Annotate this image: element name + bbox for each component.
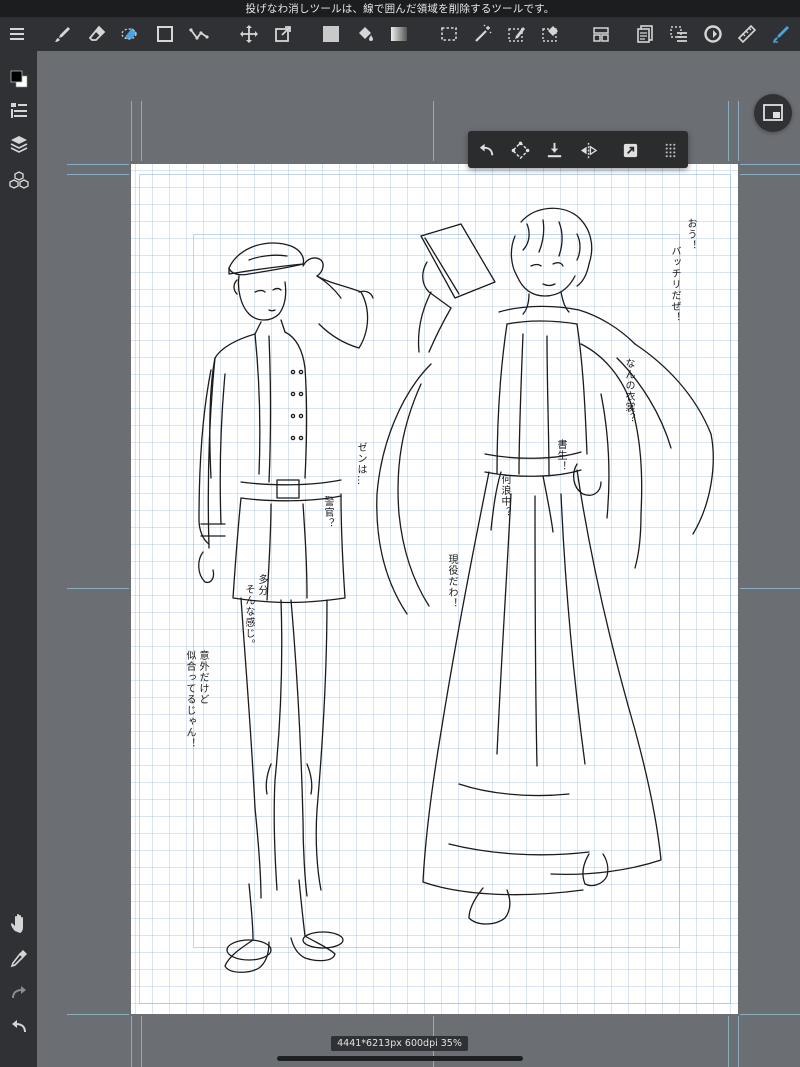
character-sketch (198, 207, 714, 973)
crop-mark (67, 588, 129, 589)
bucket-icon[interactable] (352, 21, 378, 47)
select-layer-icon[interactable] (666, 21, 692, 47)
dialogue-text: 何浪中？ (499, 474, 510, 518)
pen-active-icon[interactable] (768, 21, 794, 47)
left-sidebar (0, 51, 37, 1067)
rotate-icon[interactable] (700, 21, 726, 47)
canvas-page[interactable]: おう！ バッチリだぜ！ なんの衣裳？ 書生！ 何浪中？ 現役だわ！ ゼンは… 警… (131, 164, 738, 1014)
lasso-eraser-icon[interactable] (118, 21, 144, 47)
crop-mark (728, 101, 729, 161)
dialogue-text: 書生！ (555, 439, 566, 472)
crop-mark (740, 164, 800, 165)
rectangle-icon[interactable] (152, 21, 178, 47)
crop-mark (740, 174, 800, 175)
magic-wand-icon[interactable] (470, 21, 496, 47)
crop-mark (67, 174, 129, 175)
status-bar-hint: 投げなわ消しツールは、線で囲んだ領域を削除するツールです。 (0, 0, 800, 17)
crop-mark (67, 1014, 129, 1015)
materials-icon[interactable] (6, 167, 31, 192)
hand-icon[interactable] (6, 910, 31, 935)
more-icon[interactable] (658, 138, 682, 162)
crop-mark (131, 1016, 132, 1067)
navigator-toggle-icon[interactable] (754, 94, 792, 132)
crop-mark (433, 101, 434, 161)
fill-color-icon[interactable] (318, 21, 344, 47)
dialogue-text: 意外だけど (197, 650, 208, 705)
select-eraser-icon[interactable] (538, 21, 564, 47)
move-icon[interactable] (236, 21, 262, 47)
polyline-icon[interactable] (186, 21, 212, 47)
free-transform-icon[interactable] (508, 138, 532, 162)
dialogue-text: 警官？ (322, 496, 333, 529)
crop-mark (738, 1016, 739, 1067)
layers-icon[interactable] (6, 131, 31, 156)
canvas-area[interactable]: おう！ バッチリだぜ！ なんの衣裳？ 書生！ 何浪中？ 現役だわ！ ゼンは… 警… (37, 51, 800, 1067)
home-indicator[interactable] (277, 1056, 523, 1061)
transform-icon[interactable] (270, 21, 296, 47)
dialogue-text: ゼンは… (355, 442, 366, 486)
crop-mark (738, 101, 739, 161)
dialogue-text: 現役だわ！ (446, 554, 457, 609)
canvas-info: 4441*6213px 600dpi 35% (331, 1036, 468, 1051)
layer-list-icon[interactable] (6, 98, 31, 123)
eraser-icon[interactable] (84, 21, 110, 47)
crop-mark (141, 101, 142, 161)
selection-launcher (468, 131, 688, 168)
undo-icon[interactable] (474, 138, 498, 162)
crop-mark (740, 588, 800, 589)
select-rect-icon[interactable] (436, 21, 462, 47)
gradient-icon[interactable] (386, 21, 412, 47)
dialogue-text: おう！ (685, 218, 696, 251)
dialogue-text: そんな感じ。 (243, 584, 254, 650)
download-icon[interactable] (542, 138, 566, 162)
crop-mark (740, 1014, 800, 1015)
redo-icon[interactable] (6, 980, 31, 1005)
crop-mark (67, 164, 129, 165)
brush-icon[interactable] (50, 21, 76, 47)
dialogue-text: バッチリだぜ！ (669, 246, 680, 323)
dialogue-text: 多分 (256, 574, 267, 596)
crop-mark (131, 101, 132, 161)
dialogue-text: 似合ってるじゃん！ (184, 650, 195, 749)
eyedropper-icon[interactable] (6, 945, 31, 970)
undo-icon[interactable] (6, 1014, 31, 1039)
menu-icon[interactable] (4, 21, 30, 47)
top-toolbar (0, 17, 800, 51)
flip-icon[interactable] (576, 138, 600, 162)
crop-mark (728, 1016, 729, 1067)
pages-icon[interactable] (632, 21, 658, 47)
select-pen-icon[interactable] (504, 21, 530, 47)
ruler-icon[interactable] (734, 21, 760, 47)
copy-icon[interactable] (618, 138, 642, 162)
panel-icon[interactable] (588, 21, 614, 47)
crop-mark (141, 1016, 142, 1067)
color-swatch-icon[interactable] (6, 66, 31, 91)
dialogue-text: なんの衣裳？ (623, 358, 634, 424)
